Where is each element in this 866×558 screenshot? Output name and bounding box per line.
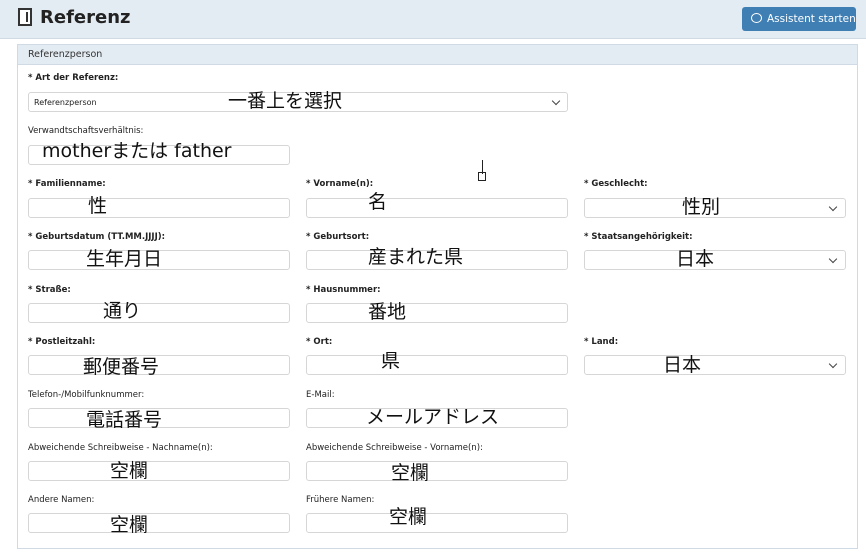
abw-nachname-field[interactable]: [28, 461, 290, 481]
vorname-label: * Vorname(n):: [306, 179, 374, 189]
andere-namen-field[interactable]: [28, 513, 290, 533]
vorname-value: 名: [368, 191, 388, 213]
telefon-label: Telefon-/Mobilfunknummer:: [28, 390, 145, 400]
postleitzahl-value: 郵便番号: [83, 356, 160, 378]
land-select[interactable]: [584, 355, 846, 375]
geburtsdatum-value: 生年月日: [86, 248, 163, 270]
strasse-label: * Straße:: [28, 285, 71, 295]
chat-bubble-icon: [751, 13, 762, 23]
andere-namen-label: Andere Namen:: [28, 495, 95, 505]
ort-value: 県: [381, 350, 401, 372]
abw-nachname-label: Abweichende Schreibweise - Nachname(n):: [28, 443, 213, 453]
abw-vorname-field[interactable]: [306, 461, 568, 481]
hausnummer-label: * Hausnummer:: [306, 285, 381, 295]
geburtsort-label: * Geburtsort:: [306, 232, 370, 242]
andere-namen-value: 空欄: [110, 514, 149, 536]
geburtsdatum-label: * Geburtsdatum (TT.MM.JJJJ):: [28, 232, 166, 242]
abw-vorname-label: Abweichende Schreibweise - Vorname(n):: [306, 443, 483, 453]
hausnummer-value: 番地: [368, 301, 407, 323]
ort-field[interactable]: [306, 355, 568, 375]
vorname-field[interactable]: [306, 198, 568, 218]
text-cursor-box: [478, 172, 486, 181]
geschlecht-label: * Geschlecht:: [584, 179, 648, 189]
email-value: メールアドレス: [366, 406, 500, 428]
familienname-field[interactable]: [28, 198, 290, 218]
chevron-down-icon: [828, 359, 838, 369]
document-icon: [18, 8, 32, 26]
land-value: 日本: [663, 354, 702, 376]
fruehere-namen-field[interactable]: [306, 513, 568, 533]
strasse-value: 通り: [103, 300, 142, 322]
chevron-down-icon: [828, 202, 838, 212]
assistant-button-label: Assistent starten: [767, 13, 856, 25]
telefon-value: 電話番号: [86, 409, 163, 431]
geschlecht-value: 性別: [682, 196, 721, 218]
staatsangehoerigkeit-value: 日本: [676, 248, 715, 270]
panel-title: Referenzperson: [18, 45, 857, 65]
strasse-field[interactable]: [28, 303, 290, 323]
land-label: * Land:: [584, 337, 619, 347]
hausnummer-field[interactable]: [306, 303, 568, 323]
fruehere-namen-value: 空欄: [389, 506, 428, 528]
staatsangehoerigkeit-select[interactable]: [584, 250, 846, 270]
fruehere-namen-label: Frühere Namen:: [306, 495, 375, 505]
art-annotation: 一番上を選択: [228, 90, 343, 112]
familienname-value: 性: [88, 195, 108, 217]
geburtsort-value: 産まれた県: [368, 246, 464, 268]
abw-vorname-value: 空欄: [391, 462, 430, 484]
page-header: Referenz Assistent starten: [0, 0, 866, 39]
abw-nachname-value: 空欄: [110, 460, 149, 482]
ort-label: * Ort:: [306, 337, 333, 347]
chevron-down-icon: [828, 254, 838, 264]
familienname-label: * Familienname:: [28, 179, 106, 189]
assistant-start-button[interactable]: Assistent starten: [742, 7, 856, 31]
postleitzahl-label: * Postleitzahl:: [28, 337, 96, 347]
chevron-down-icon: [551, 96, 561, 106]
page-title: Referenz: [40, 7, 131, 28]
verwandtschaft-label: Verwandtschaftsverhältnis:: [28, 126, 144, 136]
art-der-referenz-value: Referenzperson: [34, 98, 97, 107]
art-der-referenz-label: * Art der Referenz:: [28, 73, 119, 83]
staatsangehoerigkeit-label: * Staatsangehörigkeit:: [584, 232, 693, 242]
verwandtschaft-value: motherまたは father: [42, 140, 232, 162]
email-label: E-Mail:: [306, 390, 335, 400]
